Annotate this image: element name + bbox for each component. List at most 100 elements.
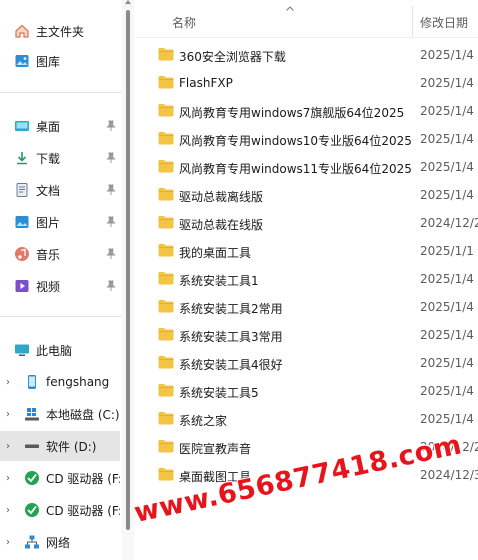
nav-label: fengshang [46,375,110,389]
nav-videos[interactable]: 视频 [0,271,120,301]
file-date: 2025/1/4 [420,132,474,146]
pin-icon[interactable] [105,183,117,197]
folder-icon [158,48,174,61]
folder-icon [158,300,174,313]
folder-icon [158,468,174,481]
file-date: 2024/12/3 [420,468,478,482]
file-name: 风尚教育专用windows7旗舰版64位2025 [179,106,405,120]
pin-icon[interactable] [105,119,117,133]
nav-label: 图片 [36,215,61,230]
file-date: 2025/1/4 [420,76,474,90]
file-date: 2025/1/1 [420,244,474,258]
folder-icon [158,412,174,425]
nav-label: 视频 [36,279,61,294]
folder-icon [158,76,174,89]
chevron-right-icon[interactable]: › [3,377,13,388]
file-row[interactable]: 360安全浏览器下载 2025/1/4 [134,41,478,69]
cd-drive-icon [24,502,40,518]
nav-this-pc[interactable]: 此电脑 [0,335,120,365]
folder-icon [158,356,174,369]
nav-downloads[interactable]: 下载 [0,143,120,173]
file-date: 2025/1/4 [420,160,474,174]
column-name-header[interactable]: 名称 [172,14,196,31]
phone-icon [24,374,40,390]
file-date: 2025/1/4 [420,104,474,118]
folder-icon [158,328,174,341]
nav-pictures[interactable]: 图片 [0,207,120,237]
file-name: 驱动总裁离线版 [179,190,264,204]
nav-gallery[interactable]: 图库 [0,46,120,76]
file-row[interactable]: 风尚教育专用windows7旗舰版64位2025 2025/1/4 [134,97,478,125]
nav-home[interactable]: 主文件夹 [0,16,120,46]
file-row[interactable]: FlashFXP 2025/1/4 [134,69,478,97]
video-icon [14,278,30,294]
pin-icon[interactable] [105,279,117,293]
folder-icon [158,104,174,117]
column-header: 名称 修改日期 [134,0,478,38]
chevron-right-icon[interactable]: › [3,537,13,548]
drive-icon [24,438,40,454]
music-icon [14,246,30,262]
chevron-right-icon[interactable]: › [3,473,13,484]
file-row[interactable]: 风尚教育专用windows11专业版64位2025 2025/1/4 [134,153,478,181]
nav-label: CD 驱动器 (F:) [46,471,120,486]
pictures-icon [14,214,30,230]
file-row[interactable]: 系统安装工具2常用 2025/1/4 [134,293,478,321]
sort-ascending-icon [286,6,294,11]
scrollbar-thumb[interactable] [126,10,130,530]
windows-drive-icon [24,406,40,422]
file-row[interactable]: 系统安装工具3常用 2025/1/4 [134,321,478,349]
navigation-pane: 主文件夹 图库 桌面 下载 文档 图片 音乐 视频 此电脑 › fengshan… [0,0,122,560]
file-date: 2025/1/4 [420,48,474,62]
file-row[interactable]: 驱动总裁离线版 2025/1/4 [134,181,478,209]
file-name: 系统安装工具1 [179,274,259,288]
chevron-right-icon[interactable]: › [3,505,13,516]
document-icon [14,182,30,198]
pin-icon[interactable] [105,247,117,261]
file-row[interactable]: 系统安装工具5 2025/1/4 [134,377,478,405]
chevron-right-icon[interactable]: › [3,441,13,452]
nav-desktop[interactable]: 桌面 [0,111,120,141]
column-date-header[interactable]: 修改日期 [420,14,468,31]
scroll-up-icon[interactable] [125,0,131,4]
folder-icon [158,440,174,453]
file-name: 风尚教育专用windows10专业版64位2025 [179,134,412,148]
file-name: 系统安装工具2常用 [179,302,283,316]
file-name: 360安全浏览器下载 [179,50,286,64]
nav-drive-d[interactable]: › 软件 (D:) [0,431,120,461]
nav-label: CD 驱动器 (F:) I [46,503,120,518]
pin-icon[interactable] [105,151,117,165]
sidebar-scrollbar[interactable] [122,0,134,560]
folder-icon [158,244,174,257]
nav-label: 桌面 [36,119,61,134]
file-row[interactable]: 驱动总裁在线版 2024/12/2 [134,209,478,237]
nav-cd-drive-2[interactable]: › CD 驱动器 (F:) I [0,495,120,525]
nav-fengshang[interactable]: › fengshang [0,367,120,397]
folder-icon [158,272,174,285]
file-date: 2025/1/4 [420,384,474,398]
desktop-icon [14,118,30,134]
nav-music[interactable]: 音乐 [0,239,120,269]
nav-drive-c[interactable]: › 本地磁盘 (C:) [0,399,120,429]
file-row[interactable]: 我的桌面工具 2025/1/1 [134,237,478,265]
nav-network[interactable]: › 网络 [0,527,120,557]
nav-label: 图库 [36,54,61,69]
nav-cd-drive[interactable]: › CD 驱动器 (F:) [0,463,120,493]
file-date: 2025/1/4 [420,300,474,314]
file-date: 2025/1/4 [420,272,474,286]
nav-label: 主文件夹 [36,24,85,39]
column-separator[interactable] [412,6,413,38]
file-date: 2025/1/4 [420,188,474,202]
nav-label: 此电脑 [36,343,73,358]
file-name: 系统安装工具4很好 [179,358,283,372]
cd-drive-icon [24,470,40,486]
computer-icon [14,342,30,358]
file-date: 2025/1/4 [420,356,474,370]
file-row[interactable]: 系统安装工具1 2025/1/4 [134,265,478,293]
file-row[interactable]: 系统安装工具4很好 2025/1/4 [134,349,478,377]
nav-documents[interactable]: 文档 [0,175,120,205]
pin-icon[interactable] [105,215,117,229]
chevron-right-icon[interactable]: › [3,409,13,420]
file-row[interactable]: 系统之家 2025/1/4 [134,405,478,433]
file-row[interactable]: 风尚教育专用windows10专业版64位2025 2025/1/4 [134,125,478,153]
